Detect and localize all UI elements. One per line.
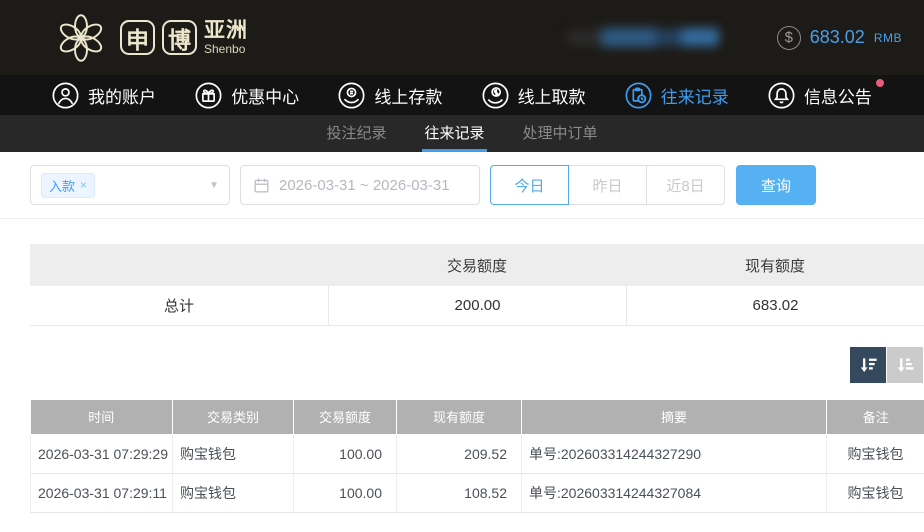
cell-current-amount: 108.52: [396, 473, 522, 513]
tag-remove-icon[interactable]: ×: [80, 178, 87, 192]
logo-char-2: 博: [162, 20, 197, 55]
nav-label: 优惠中心: [231, 87, 300, 107]
nav-label: 线上取款: [517, 87, 586, 107]
sort-ascending-icon: [897, 357, 914, 372]
tab-label: 往来记录: [424, 124, 485, 142]
yesterday-button[interactable]: 昨日: [568, 165, 647, 205]
summary-table: 交易额度 现有额度 总计 200.00 683.02: [30, 244, 924, 326]
nav-item-announcements[interactable]: 信息公告: [768, 78, 884, 109]
balance-amount: 683.02: [809, 27, 865, 47]
header-transaction-type: 交易类别: [172, 400, 294, 434]
section-divider: [0, 218, 924, 219]
nav-label: 我的账户: [88, 87, 156, 107]
sub-nav: 投注纪录 往来记录 处理中订单: [0, 115, 924, 152]
tab-transaction-records[interactable]: 往来记录: [422, 115, 487, 152]
nav-label: 往来记录: [660, 87, 729, 107]
top-bar: 申 博 亚洲 Shenbo $ 683.02 RMB: [0, 0, 924, 75]
logo-region: 亚洲 Shenbo: [204, 20, 248, 55]
nav-label: 信息公告: [803, 87, 872, 107]
logo-char-1: 申: [120, 20, 155, 55]
user-icon: [52, 82, 79, 108]
chevron-down-icon: ▼: [209, 179, 219, 191]
table-row: 2026-03-31 07:29:29 购宝钱包 100.00 209.52 单…: [30, 433, 924, 474]
sort-descending-button[interactable]: [850, 347, 886, 383]
sort-descending-icon: [860, 357, 877, 372]
cell-memo: 单号:202603314244327290: [521, 433, 827, 474]
type-tag: 入款 ×: [41, 172, 96, 198]
cell-trade-amount: 100.00: [293, 433, 397, 474]
date-range-value: 2026-03-31 ~ 2026-03-31: [279, 176, 450, 194]
flower-logo-icon: [59, 13, 103, 62]
cell-note: 购宝钱包: [826, 433, 924, 474]
header-trade-amount: 交易额度: [293, 400, 397, 434]
sort-ascending-button[interactable]: [887, 347, 923, 383]
cell-trade-amount: 100.00: [293, 473, 397, 513]
tab-label: 处理中订单: [522, 124, 598, 142]
nav-item-deposit[interactable]: 线上存款: [338, 82, 442, 109]
cell-time: 2026-03-31 07:29:29: [30, 433, 173, 474]
summary-trade-amount-value: 200.00: [328, 286, 626, 325]
cell-transaction-type: 购宝钱包: [172, 473, 294, 513]
cell-note: 购宝钱包: [826, 473, 924, 513]
records-icon: [625, 82, 652, 108]
tab-label: 投注纪录: [326, 124, 387, 142]
quick-date-group: 今日 昨日 近8日: [490, 165, 725, 205]
header-note: 备注: [826, 400, 924, 434]
tab-betting-records[interactable]: 投注纪录: [324, 115, 388, 152]
cell-transaction-type: 购宝钱包: [172, 433, 294, 474]
cell-current-amount: 209.52: [396, 433, 522, 474]
header-current-amount: 现有额度: [396, 400, 522, 434]
date-range-input[interactable]: 2026-03-31 ~ 2026-03-31: [240, 165, 480, 205]
cell-memo: 单号:202603314244327084: [521, 473, 827, 513]
nav-item-promotions[interactable]: 优惠中心: [195, 82, 299, 109]
search-button[interactable]: 查询: [736, 165, 816, 205]
header-memo: 摘要: [521, 400, 827, 434]
balance-display: $ 683.02 RMB: [776, 25, 902, 50]
username-redacted: [566, 26, 719, 50]
balance-currency: RMB: [873, 30, 902, 45]
summary-current-amount-value: 683.02: [626, 286, 924, 325]
deposit-icon: [338, 82, 365, 108]
filter-bar: 入款 × ▼ 2026-03-31 ~ 2026-03-31 今日 昨日 近8日…: [30, 165, 894, 205]
tab-pending-orders[interactable]: 处理中订单: [521, 115, 600, 152]
summary-total-row: 总计 200.00 683.02: [30, 286, 924, 326]
summary-header-trade-amount: 交易额度: [446, 257, 507, 275]
transactions-table: 时间 交易类别 交易额度 现有额度 摘要 备注 2026-03-31 07:29…: [30, 400, 924, 513]
nav-item-records[interactable]: 往来记录: [625, 82, 729, 109]
bell-icon: [768, 82, 795, 108]
withdraw-icon: [482, 82, 509, 108]
table-header-row: 时间 交易类别 交易额度 现有额度 摘要 备注: [30, 400, 924, 434]
last-8-days-button[interactable]: 近8日: [646, 165, 725, 205]
logo-region-cn: 亚洲: [204, 19, 248, 42]
transaction-type-select[interactable]: 入款 × ▼: [30, 165, 230, 205]
notification-dot: [875, 78, 884, 87]
site-logo[interactable]: 申 博 亚洲 Shenbo: [55, 12, 248, 64]
main-nav: 我的账户 优惠中心 线上存款 线上取款 往来记录 信息公告: [0, 75, 924, 115]
calendar-icon: [254, 178, 269, 193]
table-row: 2026-03-31 07:29:11 购宝钱包 100.00 108.52 单…: [30, 473, 924, 513]
nav-label: 线上存款: [374, 87, 443, 107]
nav-item-withdraw[interactable]: 线上取款: [482, 82, 586, 109]
type-tag-label: 入款: [49, 178, 76, 194]
summary-total-label: 总计: [163, 298, 194, 315]
header-time: 时间: [30, 400, 173, 434]
cell-time: 2026-03-31 07:29:11: [30, 473, 173, 513]
nav-item-my-account[interactable]: 我的账户: [52, 82, 156, 109]
logo-region-en: Shenbo: [204, 42, 246, 56]
gift-icon: [195, 82, 222, 108]
dollar-coin-icon: $: [776, 25, 801, 50]
today-button[interactable]: 今日: [490, 165, 569, 205]
sort-toolbar: [0, 347, 923, 383]
summary-header-row: 交易额度 现有额度: [30, 244, 924, 286]
summary-header-current-amount: 现有额度: [744, 257, 805, 275]
